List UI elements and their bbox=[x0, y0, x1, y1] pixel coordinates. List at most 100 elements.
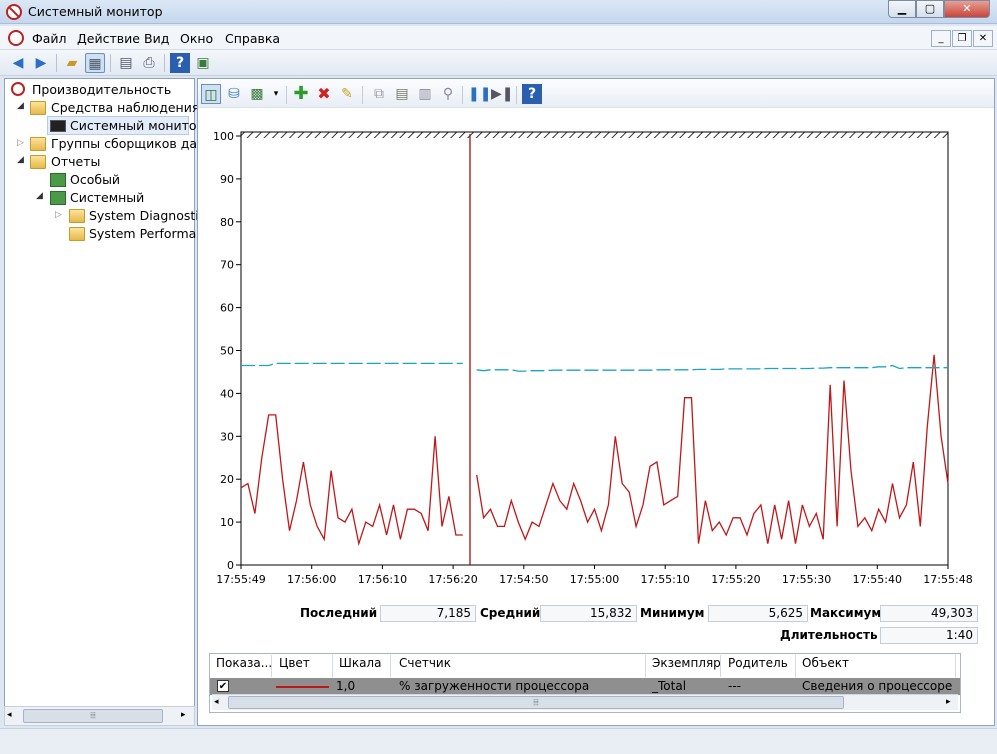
tree-item-performance[interactable]: Производительность bbox=[32, 82, 171, 97]
y-tick-label: 90 bbox=[220, 173, 234, 186]
print-icon[interactable]: ⎙ bbox=[139, 53, 159, 73]
freeze-display-icon[interactable]: ❚❚ bbox=[468, 84, 491, 104]
x-tick-label: 17:55:40 bbox=[853, 573, 902, 586]
y-tick-label: 20 bbox=[220, 473, 234, 486]
add-counter-icon[interactable]: ✚ bbox=[291, 84, 311, 104]
tree-item-data-collector-sets[interactable]: Группы сборщиков данн bbox=[51, 136, 213, 151]
minimize-button[interactable]: ▁ bbox=[888, 0, 916, 18]
close-button[interactable]: ✕ bbox=[944, 0, 990, 18]
column-show[interactable]: Показа... bbox=[216, 656, 272, 670]
collapsed-arrow-icon[interactable]: ▷ bbox=[17, 138, 24, 148]
menu-help[interactable]: Справка bbox=[225, 31, 280, 46]
average-value: 15,832 bbox=[540, 605, 637, 622]
show-checkbox[interactable]: ✔ bbox=[217, 680, 229, 692]
help-icon[interactable]: ? bbox=[522, 84, 542, 104]
column-counter[interactable]: Счетчик bbox=[399, 656, 451, 670]
action-pane-icon[interactable]: ▣ bbox=[193, 53, 213, 73]
report-icon bbox=[50, 173, 66, 187]
column-instance[interactable]: Экземпляр bbox=[652, 656, 721, 670]
row-instance: _Total bbox=[652, 679, 687, 693]
view-log-data-icon[interactable]: ⛁ bbox=[224, 84, 244, 104]
folder-icon bbox=[30, 101, 46, 115]
expanded-arrow-icon[interactable]: ◢ bbox=[17, 155, 24, 165]
series-color-swatch bbox=[276, 686, 329, 688]
x-tick-label: 17:56:20 bbox=[428, 573, 477, 586]
tree-item-monitoring-tools[interactable]: Средства наблюдения bbox=[51, 100, 199, 115]
scroll-right-icon[interactable]: ▸ bbox=[181, 710, 186, 720]
performance-chart[interactable]: 1009080706050403020100 17:55:49 17:56:00 1… bbox=[198, 110, 994, 590]
column-scale[interactable]: Шкала bbox=[339, 656, 381, 670]
column-divider[interactable] bbox=[332, 655, 333, 677]
plot-area bbox=[240, 131, 949, 566]
tree-item-system-diagnostics[interactable]: System Diagnostics bbox=[89, 208, 212, 223]
average-label: Средний bbox=[480, 606, 541, 620]
collapsed-arrow-icon[interactable]: ▷ bbox=[55, 210, 62, 220]
scroll-left-icon[interactable]: ◂ bbox=[7, 710, 12, 720]
status-bar bbox=[0, 728, 997, 754]
column-divider[interactable] bbox=[720, 655, 721, 677]
tree-item-reports[interactable]: Отчеты bbox=[51, 154, 100, 169]
column-divider[interactable] bbox=[271, 655, 272, 677]
column-divider[interactable] bbox=[955, 655, 956, 677]
mdi-restore-button[interactable]: ❐ bbox=[952, 30, 972, 47]
change-graph-type-icon[interactable]: ▩ bbox=[247, 84, 267, 104]
y-tick-label: 50 bbox=[220, 345, 234, 358]
back-arrow-icon[interactable]: ◀ bbox=[8, 53, 28, 73]
column-parent[interactable]: Родитель bbox=[728, 656, 788, 670]
column-divider[interactable] bbox=[645, 655, 646, 677]
tree-item-system-monitor[interactable]: Системный монитор bbox=[70, 118, 205, 133]
menu-window[interactable]: Окно bbox=[180, 31, 213, 46]
mdi-minimize-button[interactable]: _ bbox=[931, 30, 951, 47]
expanded-arrow-icon[interactable]: ◢ bbox=[17, 101, 24, 111]
legend-horizontal-scrollbar[interactable]: ◂ ⦙⦙⦙ ▸ bbox=[212, 694, 958, 710]
column-color[interactable]: Цвет bbox=[279, 656, 310, 670]
view-current-activity-icon[interactable]: ◫ bbox=[201, 84, 221, 104]
left-horizontal-scrollbar[interactable]: ◂ ⦙⦙⦙ ▸ bbox=[4, 706, 195, 726]
toolbar-separator bbox=[110, 54, 111, 72]
column-divider[interactable] bbox=[390, 655, 391, 677]
column-object[interactable]: Объект bbox=[802, 656, 849, 670]
scrollbar-thumb[interactable]: ⦙⦙⦙ bbox=[23, 709, 163, 723]
copy-properties-icon[interactable]: ⧉ bbox=[369, 84, 389, 104]
help-icon[interactable]: ? bbox=[170, 53, 190, 73]
zoom-icon[interactable]: ⚲ bbox=[438, 84, 458, 104]
show-hide-tree-icon[interactable]: ▦ bbox=[85, 53, 105, 73]
column-divider[interactable] bbox=[795, 655, 796, 677]
maximize-button[interactable]: ▢ bbox=[916, 0, 944, 18]
x-tick-label: 17:56:10 bbox=[358, 573, 407, 586]
mdi-close-button[interactable]: ✕ bbox=[973, 30, 993, 47]
x-tick-label: 17:55:49 bbox=[216, 573, 265, 586]
paste-counter-list-icon[interactable]: ▤ bbox=[392, 84, 412, 104]
scroll-right-icon[interactable]: ▸ bbox=[946, 697, 951, 707]
y-tick-label: 0 bbox=[227, 559, 234, 572]
scrollbar-thumb[interactable]: ⦙⦙⦙ bbox=[228, 696, 844, 709]
update-data-icon[interactable]: ▶❚ bbox=[491, 84, 514, 104]
highlight-pencil-icon[interactable]: ✎ bbox=[337, 84, 357, 104]
y-tick-label: 10 bbox=[220, 516, 234, 529]
window-title: Системный монитор bbox=[28, 4, 163, 19]
menu-file[interactable]: Файл bbox=[32, 31, 67, 46]
tree-item-user-defined[interactable]: Особый bbox=[70, 172, 120, 187]
y-tick-label: 30 bbox=[220, 430, 234, 443]
x-tick-label: 17:55:00 bbox=[570, 573, 619, 586]
menu-action[interactable]: Действие bbox=[77, 31, 140, 46]
toolbar-separator bbox=[516, 86, 517, 104]
graph-type-dropdown-icon[interactable]: ▾ bbox=[266, 84, 286, 104]
document-system-menu-icon[interactable] bbox=[8, 30, 24, 46]
tree-item-system[interactable]: Системный bbox=[70, 190, 144, 205]
scroll-left-icon[interactable]: ◂ bbox=[214, 697, 219, 707]
forward-arrow-icon[interactable]: ▶ bbox=[31, 53, 51, 73]
toolbar-separator bbox=[462, 86, 463, 104]
minimum-label: Минимум bbox=[640, 606, 705, 620]
up-folder-icon[interactable]: ▰ bbox=[62, 53, 82, 73]
expanded-arrow-icon[interactable]: ◢ bbox=[36, 191, 43, 201]
menu-view[interactable]: Вид bbox=[144, 31, 169, 46]
folder-icon bbox=[69, 227, 85, 241]
y-tick-label: 70 bbox=[220, 259, 234, 272]
properties-icon[interactable]: ▥ bbox=[415, 84, 435, 104]
properties-icon[interactable]: ▤ bbox=[116, 53, 136, 73]
x-tick-label: 17:55:30 bbox=[782, 573, 831, 586]
folder-icon bbox=[30, 137, 46, 151]
tree-item-system-performance[interactable]: System Performanc bbox=[89, 226, 211, 241]
delete-counter-icon[interactable]: ✖ bbox=[314, 84, 334, 104]
